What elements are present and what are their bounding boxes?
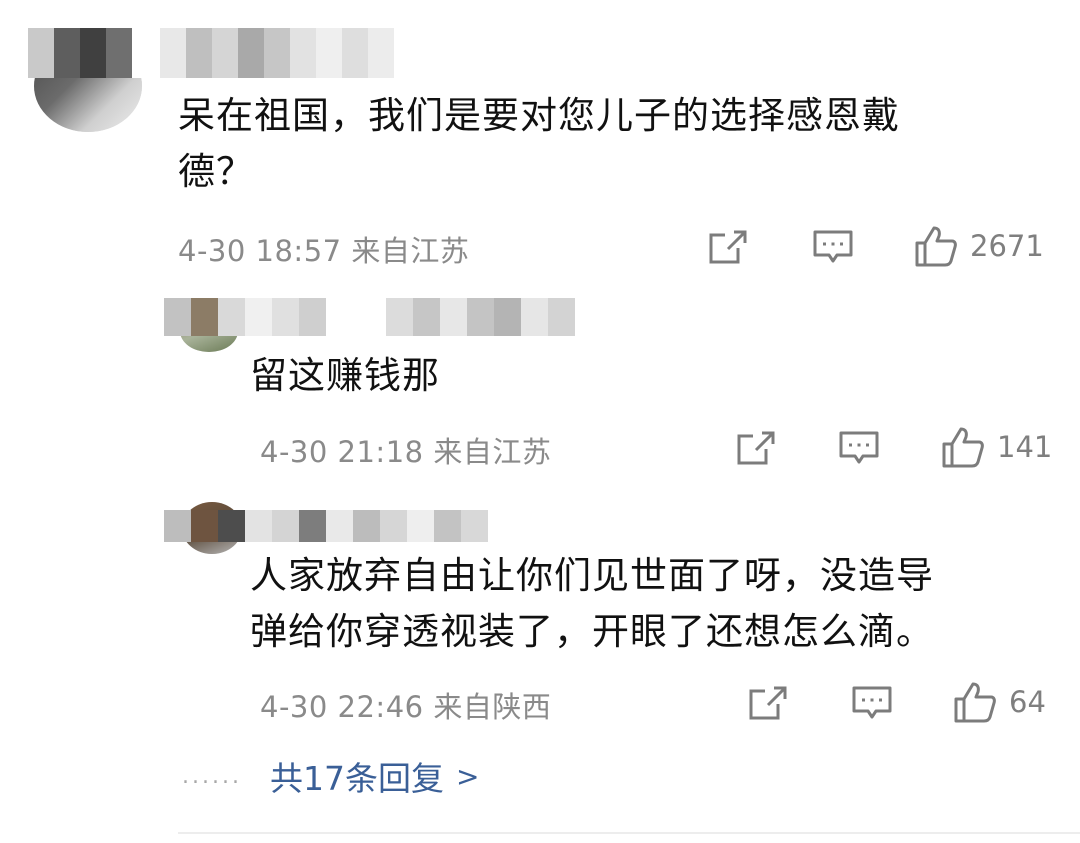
- like-count: 2671: [970, 229, 1044, 263]
- main-comment: 呆在祖国，我们是要对您儿子的选择感恩戴 德？ 4-30 18:57 来自江苏 2…: [0, 0, 1080, 290]
- reply-item: 留这赚钱那 4-30 21:18 来自江苏 141: [0, 290, 1080, 480]
- more-replies-link[interactable]: ...... 共17条回复 >: [182, 752, 479, 800]
- share-icon: [749, 686, 787, 720]
- username-blurred[interactable]: [164, 510, 488, 542]
- like-button[interactable]: 64: [953, 681, 1046, 723]
- comment-icon: [839, 431, 879, 464]
- like-count: 64: [1009, 685, 1046, 719]
- thumbs-up-icon: [954, 682, 996, 723]
- comment-button[interactable]: [852, 685, 892, 723]
- more-replies-label[interactable]: 共17条回复: [270, 752, 444, 800]
- thumbs-up-icon: [942, 427, 984, 468]
- comment-button[interactable]: [813, 229, 853, 267]
- comment-text-line: 德？: [178, 150, 254, 193]
- reply-meta: 4-30 22:46 来自陕西: [260, 690, 552, 724]
- like-button[interactable]: 2671: [914, 225, 1044, 267]
- comment-button[interactable]: [839, 430, 879, 468]
- share-icon: [737, 431, 775, 465]
- share-button[interactable]: [748, 685, 788, 721]
- comment-text-line: 呆在祖国，我们是要对您儿子的选择感恩戴: [178, 94, 900, 137]
- comment-text: 呆在祖国，我们是要对您儿子的选择感恩戴 德？: [178, 88, 900, 200]
- share-button[interactable]: [708, 229, 748, 265]
- comment-icon: [852, 686, 892, 719]
- like-count: 141: [997, 430, 1053, 464]
- username-blurred[interactable]: [28, 28, 394, 78]
- reply-text-line: 弹给你穿透视装了，开眼了还想怎么滴。: [250, 610, 934, 653]
- reply-text: 留这赚钱那: [250, 354, 440, 397]
- comment-icon: [813, 230, 853, 263]
- reply-text: 人家放弃自由让你们见世面了呀，没造导 弹给你穿透视装了，开眼了还想怎么滴。: [250, 548, 934, 660]
- reply-meta: 4-30 21:18 来自江苏: [260, 435, 552, 469]
- comment-meta: 4-30 18:57 来自江苏: [178, 234, 470, 268]
- chevron-right-icon: >: [455, 759, 480, 793]
- username-blurred[interactable]: [164, 298, 575, 336]
- share-icon: [709, 230, 747, 264]
- like-button[interactable]: 141: [941, 426, 1052, 468]
- share-button[interactable]: [736, 430, 776, 466]
- reply-text-line: 人家放弃自由让你们见世面了呀，没造导: [250, 554, 934, 597]
- reply-item: 人家放弃自由让你们见世面了呀，没造导 弹给你穿透视装了，开眼了还想怎么滴。 4-…: [0, 480, 1080, 740]
- ellipsis-dots: ......: [182, 763, 242, 789]
- divider: [178, 832, 1080, 834]
- thumbs-up-icon: [915, 226, 957, 267]
